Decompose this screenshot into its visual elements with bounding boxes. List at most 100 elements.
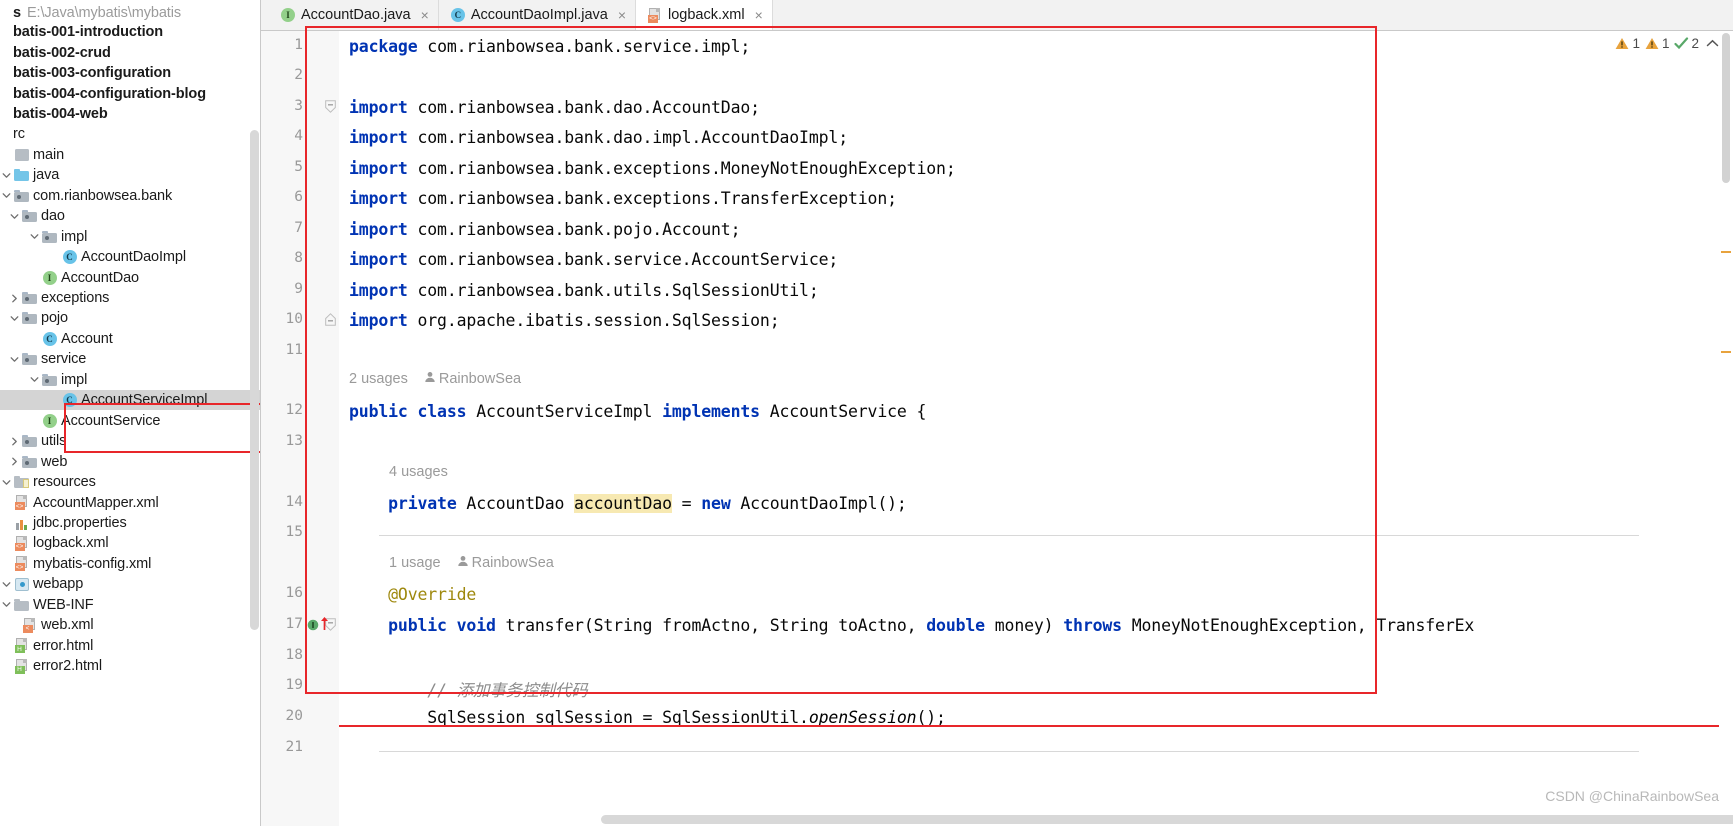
tree-toggle-down-icon[interactable]: [28, 232, 41, 241]
tree-item-web[interactable]: web: [0, 451, 260, 471]
tree-toggle-down-icon[interactable]: [8, 314, 21, 323]
java-interface-icon: I: [43, 414, 57, 428]
code-fold-icon[interactable]: [325, 313, 336, 324]
tree-item-label: web: [41, 454, 67, 470]
line-number: 9: [261, 281, 303, 297]
tree-toggle-down-icon[interactable]: [0, 580, 13, 589]
tree-item-icon: I: [41, 414, 58, 428]
error-stripe-mark: [1721, 251, 1731, 253]
line-number: 12: [261, 402, 303, 418]
tree-item-account[interactable]: CAccount: [0, 329, 260, 349]
tree-item-pojo[interactable]: pojo: [0, 308, 260, 328]
code-author[interactable]: RainbowSea: [424, 371, 521, 387]
tree-item-batis-004-web[interactable]: batis-004-web: [0, 104, 260, 124]
tree-item-label: Account: [61, 331, 113, 347]
tree-item-mybatis-config-xml[interactable]: <>mybatis-config.xml: [0, 554, 260, 574]
editor-tab-logback-xml[interactable]: <>logback.xml×: [636, 0, 773, 30]
editor-tab-accountdao-java[interactable]: IAccountDao.java×: [269, 0, 439, 30]
code-fold-icon[interactable]: [325, 100, 336, 111]
tree-item-icon: C: [41, 332, 58, 346]
tab-close-icon[interactable]: ×: [618, 7, 626, 23]
tree-item-utils[interactable]: utils: [0, 431, 260, 451]
code-line-14: private AccountDao accountDao = new Acco…: [349, 494, 907, 513]
tree-toggle-down-icon[interactable]: [8, 212, 21, 221]
tree-item-main[interactable]: main: [0, 145, 260, 165]
implementing-method-arrow-icon[interactable]: [319, 616, 330, 636]
project-tool-window[interactable]: sE:\Java\mybatis\mybatisbatis-001-introd…: [0, 0, 261, 826]
tree-toggle-down-icon[interactable]: [0, 191, 13, 200]
tree-toggle-down-icon[interactable]: [28, 375, 41, 384]
tree-toggle-down-icon[interactable]: [0, 600, 13, 609]
tree-item-logback-xml[interactable]: <>logback.xml: [0, 533, 260, 553]
tree-item-label: batis-001-introduction: [13, 24, 163, 40]
line-number: 1: [261, 37, 303, 53]
tree-item-accountmapper-xml[interactable]: <>AccountMapper.xml: [0, 492, 260, 512]
tab-close-icon[interactable]: ×: [421, 7, 429, 23]
package-folder-icon: [42, 231, 57, 243]
code-vision-hint[interactable]: 4 usages: [389, 464, 448, 480]
sidebar-scrollbar[interactable]: [250, 130, 259, 630]
code-vision-hint[interactable]: 1 usage RainbowSea: [389, 555, 554, 571]
tree-item-service[interactable]: service: [0, 349, 260, 369]
java-class-icon: C: [63, 393, 77, 407]
usages-count[interactable]: 1 usage: [389, 555, 441, 571]
tree-toggle-right-icon[interactable]: [8, 294, 21, 303]
chevron-up-icon[interactable]: [1706, 36, 1719, 51]
usages-count[interactable]: 2 usages: [349, 371, 408, 387]
inspection-ok-group[interactable]: 2: [1674, 36, 1699, 51]
usages-count[interactable]: 4 usages: [389, 464, 448, 480]
tree-item-label: impl: [61, 372, 87, 388]
inspection-widget[interactable]: 1 1 2: [1615, 36, 1719, 51]
editor-tab-accountdaoimpl-java[interactable]: CAccountDaoImpl.java×: [439, 0, 636, 30]
tree-toggle-right-icon[interactable]: [8, 457, 21, 466]
tree-item-error2-html[interactable]: Herror2.html: [0, 656, 260, 676]
editor-body[interactable]: 123456789101112131415161718192021 packag…: [261, 31, 1733, 826]
code-vision-hint[interactable]: 2 usages RainbowSea: [349, 371, 521, 387]
line-number: 18: [261, 647, 303, 663]
tree-item-label: logback.xml: [33, 535, 108, 551]
tree-item-dao[interactable]: dao: [0, 206, 260, 226]
editor-tab-bar[interactable]: IAccountDao.java×CAccountDaoImpl.java×<>…: [261, 0, 1733, 31]
tree-item-web-xml[interactable]: <web.xml: [0, 615, 260, 635]
tree-item-label: mybatis-config.xml: [33, 556, 151, 572]
warning-group-1[interactable]: 1: [1615, 36, 1640, 51]
tree-item-webapp[interactable]: webapp: [0, 574, 260, 594]
tree-item-accountdaoimpl[interactable]: CAccountDaoImpl: [0, 247, 260, 267]
tree-item-e-java-mybatis-mybatis[interactable]: sE:\Java\mybatis\mybatis: [0, 3, 260, 23]
editor-scrollbar[interactable]: [1719, 31, 1733, 826]
override-method-marker-icon[interactable]: [307, 618, 319, 636]
tree-item-web-inf[interactable]: WEB-INF: [0, 595, 260, 615]
tree-item-icon: [13, 149, 30, 161]
code-view[interactable]: package com.rianbowsea.bank.service.impl…: [339, 31, 1733, 826]
tree-item-impl[interactable]: impl: [0, 370, 260, 390]
code-author[interactable]: RainbowSea: [457, 555, 554, 571]
tab-close-icon[interactable]: ×: [755, 7, 763, 23]
tree-item-error-html[interactable]: Herror.html: [0, 636, 260, 656]
tree-item-rc[interactable]: rc: [0, 124, 260, 144]
tree-item-batis-002-crud[interactable]: batis-002-crud: [0, 42, 260, 62]
code-line-6: import com.rianbowsea.bank.exceptions.Tr…: [349, 189, 897, 208]
package-folder-icon: [22, 292, 37, 304]
editor-gutter[interactable]: 123456789101112131415161718192021: [261, 31, 339, 826]
tree-item-java[interactable]: java: [0, 165, 260, 185]
tree-item-accountserviceimpl[interactable]: CAccountServiceImpl: [0, 390, 260, 410]
tree-item-batis-004-configuration-blog[interactable]: batis-004-configuration-blog: [0, 83, 260, 103]
tree-toggle-down-icon[interactable]: [0, 171, 13, 180]
tree-item-com-rianbowsea-bank[interactable]: com.rianbowsea.bank: [0, 186, 260, 206]
tree-item-impl[interactable]: impl: [0, 227, 260, 247]
tree-item-jdbc-properties[interactable]: jdbc.properties: [0, 513, 260, 533]
tree-item-batis-001-introduction[interactable]: batis-001-introduction: [0, 22, 260, 42]
horizontal-scrollbar[interactable]: [601, 815, 1733, 824]
tree-toggle-down-icon[interactable]: [0, 478, 13, 487]
warning-group-2[interactable]: 1: [1645, 36, 1670, 51]
xml-file-icon: <>: [648, 8, 662, 23]
tree-item-accountservice[interactable]: IAccountService: [0, 411, 260, 431]
tree-item-batis-003-configuration[interactable]: batis-003-configuration: [0, 63, 260, 83]
tree-toggle-down-icon[interactable]: [8, 355, 21, 364]
tree-item-exceptions[interactable]: exceptions: [0, 288, 260, 308]
tree-item-resources[interactable]: resources: [0, 472, 260, 492]
tree-item-label: pojo: [41, 310, 68, 326]
scrollbar-thumb[interactable]: [1722, 33, 1730, 183]
tree-item-accountdao[interactable]: IAccountDao: [0, 267, 260, 287]
tree-toggle-right-icon[interactable]: [8, 437, 21, 446]
